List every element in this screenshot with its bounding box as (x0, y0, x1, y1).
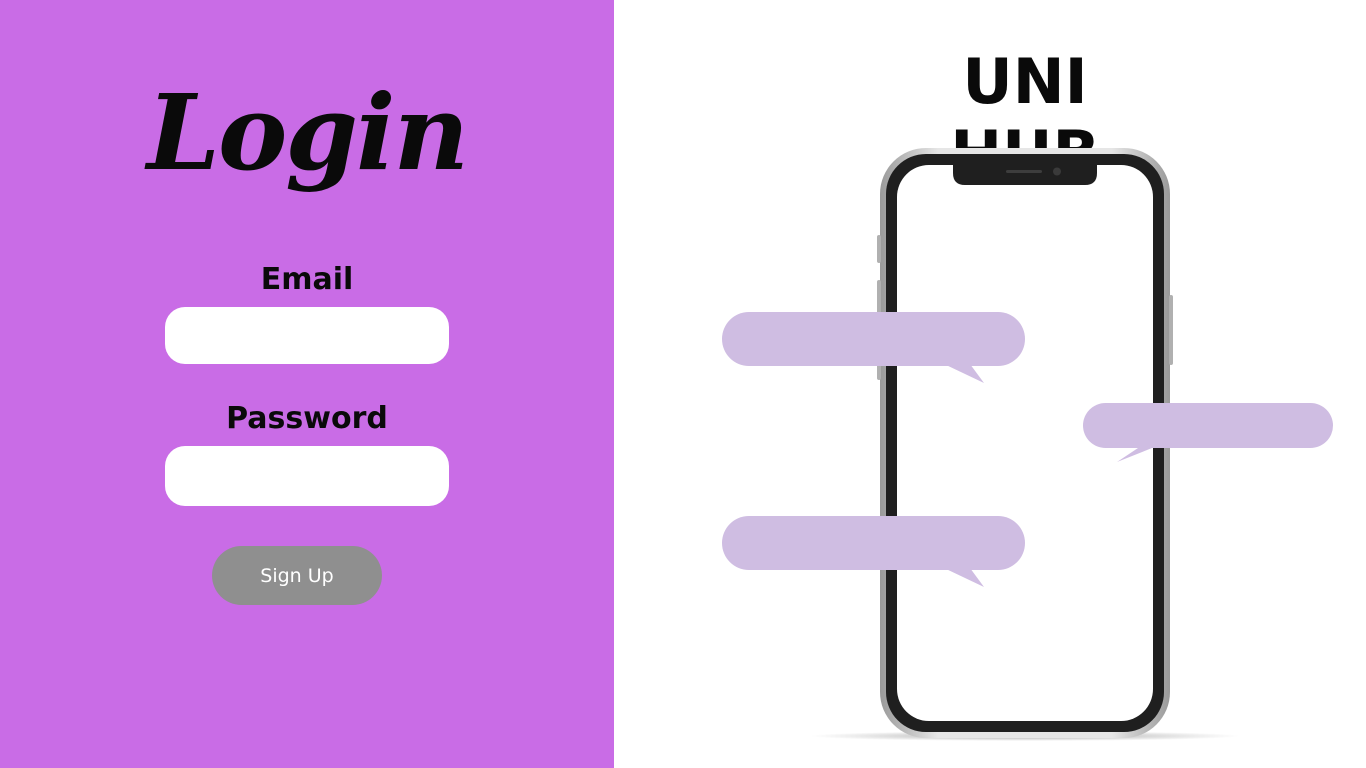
speech-bubble-icon (1083, 403, 1333, 462)
speech-bubble-icon (722, 516, 1025, 587)
email-field[interactable] (165, 307, 449, 364)
speaker-grille (1006, 170, 1042, 173)
password-label: Password (226, 401, 388, 436)
speech-bubble-icon (722, 312, 1025, 383)
login-title: Login (146, 71, 469, 194)
phone-notch (953, 164, 1097, 185)
front-camera (1053, 167, 1061, 176)
login-panel: Login Email Password Sign Up (0, 0, 614, 768)
email-label: Email (260, 262, 354, 297)
signup-button[interactable]: Sign Up (212, 546, 382, 605)
password-field[interactable] (165, 446, 449, 506)
